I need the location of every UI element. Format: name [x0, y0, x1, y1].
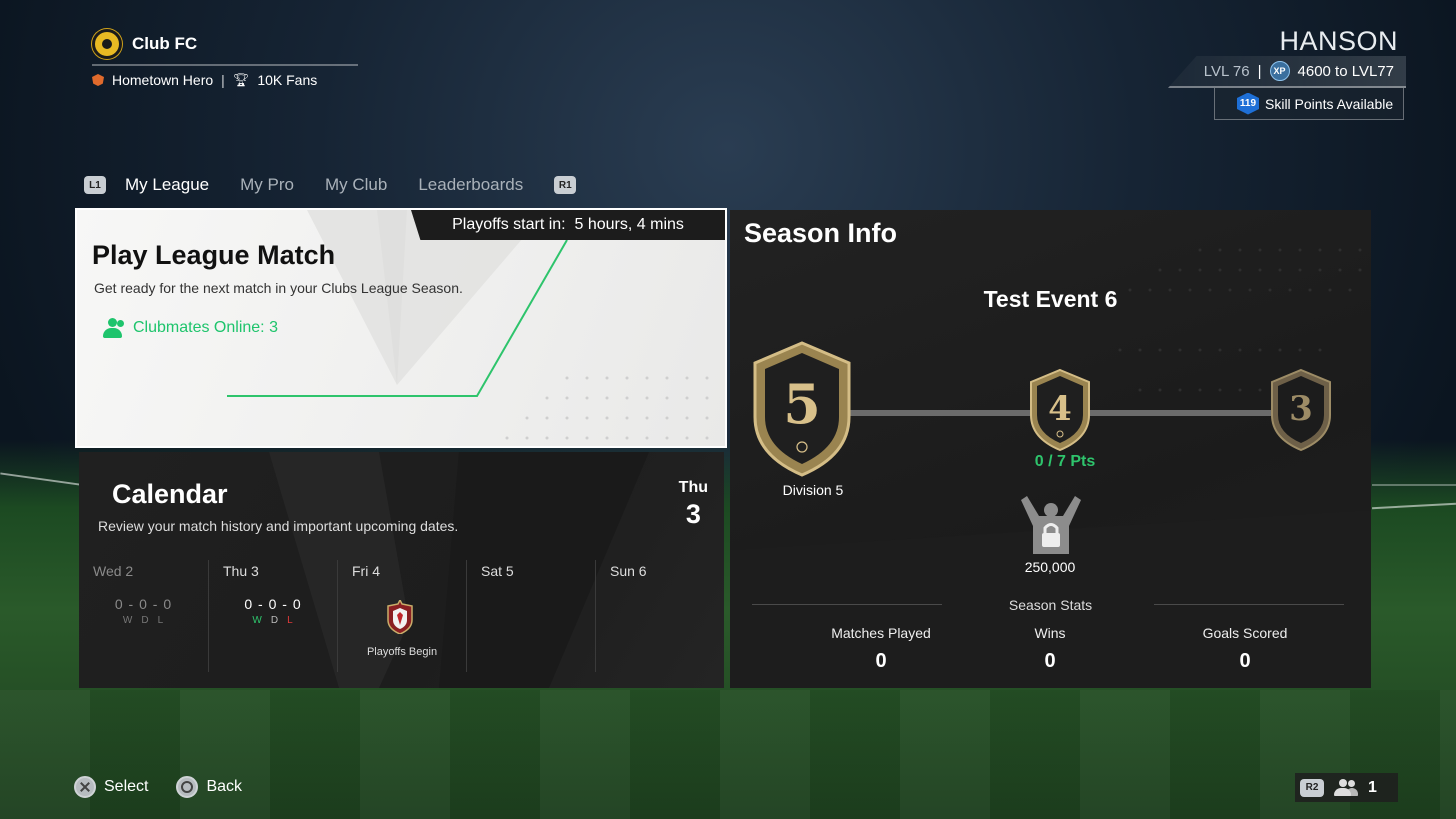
calendar-description: Review your match history and important … — [98, 518, 459, 534]
division-points: 0 / 7 Pts — [1034, 453, 1096, 470]
stat-goals-scored: Goals Scored 0 — [1145, 625, 1345, 673]
r1-bumper-icon[interactable]: R1 — [554, 176, 577, 194]
cross-button-icon[interactable] — [74, 776, 96, 798]
calendar-day-today: Thu 3 0 - 0 - 0 WDL — [208, 560, 337, 672]
back-label[interactable]: Back — [206, 778, 242, 796]
club-fans: 10K Fans — [257, 72, 318, 88]
stat-wins: Wins 0 — [950, 625, 1150, 673]
division-4-number: 4 — [1048, 389, 1072, 429]
calendar-card[interactable]: Calendar Review your match history and i… — [79, 452, 724, 688]
stat-value: 0 — [1239, 650, 1251, 672]
r2-button-icon[interactable]: R2 — [1300, 778, 1324, 797]
day-label: Sun 6 — [610, 563, 647, 579]
day-record: 0 - 0 - 0 — [244, 596, 302, 612]
player-name: HANSON — [1279, 26, 1398, 56]
calendar-title: Calendar — [112, 479, 228, 509]
play-league-description: Get ready for the next match in your Clu… — [94, 280, 463, 296]
stat-label: Goals Scored — [1202, 625, 1288, 641]
clubmates-online: Clubmates Online: 3 — [99, 318, 278, 338]
party-widget[interactable]: R2 1 — [1295, 773, 1398, 802]
club-name: Club FC — [132, 34, 198, 53]
level-separator: | — [1257, 62, 1262, 80]
today-day-of-week: Thu — [678, 479, 708, 496]
calendar-day: Sat 5 — [466, 560, 595, 672]
calendar-today: Thu 3 — [679, 479, 708, 530]
today-date: 3 — [685, 499, 701, 529]
reward-value: 250,000 — [1024, 559, 1076, 575]
day-label: Fri 4 — [352, 563, 380, 579]
circle-button-icon[interactable] — [176, 776, 199, 798]
skill-points-count: 119 — [1237, 92, 1259, 115]
trophy-icon: 🏆︎ — [232, 72, 250, 87]
day-record: 0 - 0 - 0 — [114, 596, 173, 612]
calendar-day: Wed 2 0 - 0 - 0 WDL — [79, 560, 208, 672]
clubmates-online-label: Clubmates Online: 3 — [133, 319, 278, 336]
locked-reward-icon — [1021, 496, 1081, 554]
day-label: Sat 5 — [481, 563, 514, 579]
calendar-day: Sun 6 — [595, 560, 724, 672]
play-league-match-card[interactable]: Playoffs start in: 5 hours, 4 mins Play … — [75, 208, 727, 448]
wdl-legend: WDL — [252, 615, 294, 626]
select-label[interactable]: Select — [104, 778, 148, 796]
party-count: 1 — [1368, 778, 1377, 796]
current-division-label: Division 5 — [782, 482, 844, 498]
current-level: LVL 76 — [1203, 62, 1250, 80]
playoffs-time: 5 hours, 4 mins — [574, 216, 684, 233]
playoffs-label: Playoffs start in: — [452, 216, 566, 233]
club-header: Club FC Hometown Hero | 🏆︎ 10K Fans — [92, 28, 358, 88]
club-crest-icon — [92, 29, 122, 59]
tab-leaderboards[interactable]: Leaderboards — [418, 175, 523, 195]
people-icon — [99, 318, 125, 338]
xp-to-next: 4600 to LVL77 — [1297, 62, 1394, 80]
division-3-number: 3 — [1289, 389, 1313, 429]
level-bar: LVL 76 | XP 4600 to LVL77 — [1168, 56, 1406, 88]
play-league-title: Play League Match — [92, 240, 336, 270]
tab-my-league[interactable]: My League — [125, 175, 209, 195]
division-4-shield-icon: 4 — [1030, 368, 1090, 452]
pitch-line-right-2 — [1372, 484, 1456, 486]
division-5-number: 5 — [783, 372, 821, 436]
footer-controls: Select Back — [74, 776, 242, 798]
l1-bumper-icon[interactable]: L1 — [84, 176, 106, 194]
day-label: Thu 3 — [223, 563, 259, 579]
club-status: Hometown Hero — [112, 72, 214, 88]
skill-points-button[interactable]: 119 Skill Points Available — [1214, 88, 1404, 120]
season-info-card[interactable]: Season Info Test Event 6 5 Division 5 4 … — [730, 210, 1371, 688]
hometown-hero-icon — [92, 74, 104, 86]
stat-label: Wins — [1034, 625, 1066, 641]
club-divider — [92, 64, 358, 66]
season-info-title: Season Info — [744, 218, 898, 248]
separator: | — [221, 72, 225, 88]
playoffs-crest-icon — [387, 600, 413, 634]
wdl-legend: WDL — [122, 615, 165, 626]
day-label: Wed 2 — [93, 563, 134, 579]
season-stats-heading: Season Stats — [1008, 597, 1093, 613]
stat-value: 0 — [1044, 650, 1056, 672]
main-tabs: L1 My League My Pro My Club Leaderboards… — [84, 172, 577, 198]
playoffs-countdown: Playoffs start in: 5 hours, 4 mins — [411, 210, 725, 240]
division-5-shield-icon: 5 — [753, 341, 851, 477]
event-name: Test Event 6 — [983, 286, 1118, 312]
xp-icon: XP — [1269, 61, 1290, 81]
tab-my-pro[interactable]: My Pro — [240, 175, 294, 195]
skill-points-label: Skill Points Available — [1265, 95, 1394, 112]
party-icon — [1334, 778, 1358, 797]
calendar-days: Wed 2 0 - 0 - 0 WDL Thu 3 0 - 0 - 0 WDL … — [79, 560, 724, 672]
tab-my-club[interactable]: My Club — [325, 175, 387, 195]
calendar-day: Fri 4 Playoffs Begin — [337, 560, 466, 672]
playoffs-begin-label: Playoffs Begin — [366, 646, 438, 658]
division-3-shield-icon: 3 — [1271, 368, 1331, 452]
pitch-stripes — [0, 690, 1456, 819]
